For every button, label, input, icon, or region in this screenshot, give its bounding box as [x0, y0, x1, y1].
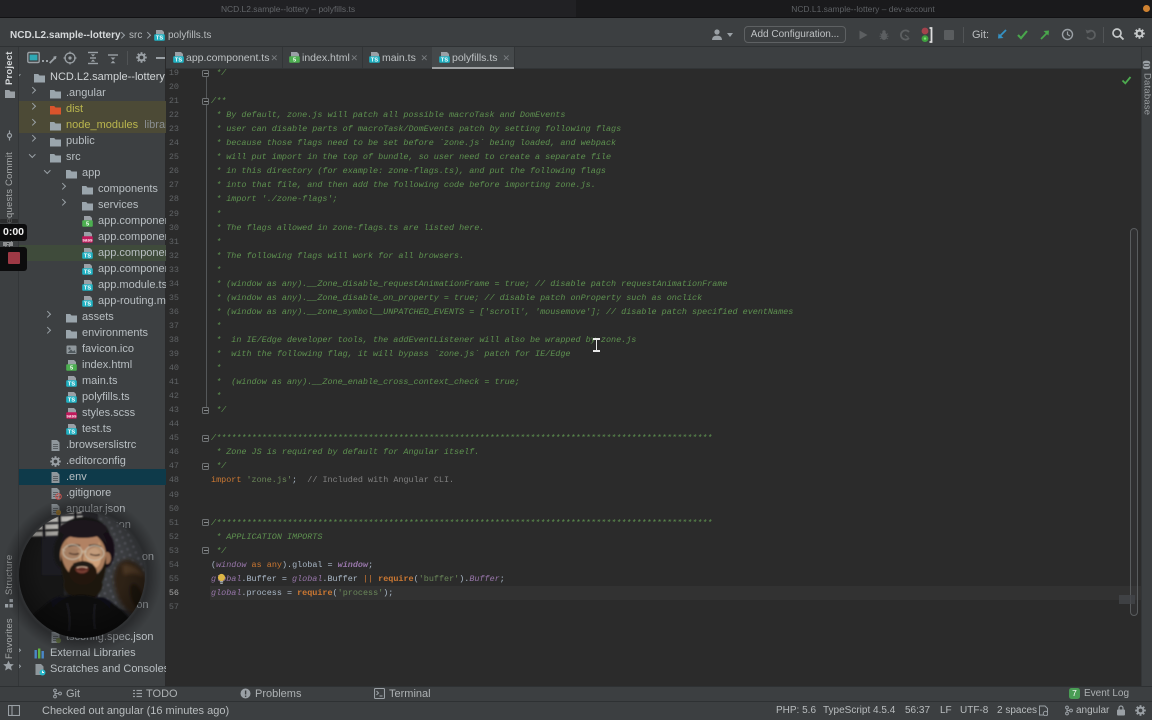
svg-text:TS: TS [84, 269, 91, 275]
svg-text:5: 5 [70, 365, 73, 371]
svg-text:TS: TS [370, 58, 377, 64]
svg-text:TS: TS [84, 285, 91, 291]
svg-text:TS: TS [84, 301, 91, 307]
svg-text:TS: TS [68, 429, 75, 435]
svg-text:5: 5 [86, 221, 89, 227]
svg-text:5: 5 [292, 58, 295, 64]
svg-text:TS: TS [174, 58, 181, 64]
svg-text:sass: sass [82, 237, 93, 242]
svg-text:sass: sass [66, 413, 77, 418]
svg-text:TS: TS [156, 36, 163, 42]
svg-text:TS: TS [84, 253, 91, 259]
svg-text:TS: TS [440, 58, 447, 64]
svg-text:TS: TS [68, 381, 75, 387]
svg-text:TS: TS [68, 397, 75, 403]
